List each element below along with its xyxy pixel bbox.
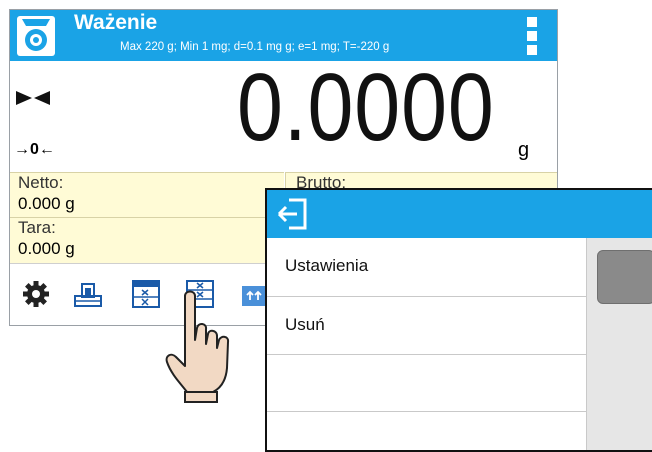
- menu-item-empty[interactable]: [267, 355, 587, 412]
- pointing-hand-icon: [165, 290, 230, 403]
- scale-logo-icon: [17, 16, 55, 56]
- exit-icon[interactable]: [275, 197, 315, 231]
- popup-header: [267, 190, 652, 238]
- netto-panel: Netto: 0.000 g: [10, 172, 284, 218]
- gear-icon[interactable]: [22, 280, 50, 308]
- netto-label: Netto:: [18, 173, 64, 192]
- popup-scrollbar[interactable]: [586, 238, 652, 450]
- menu-item-label: Usuń: [285, 315, 325, 334]
- scale-spec: Max 220 g; Min 1 mg; d=0.1 mg g; e=1 mg;…: [120, 41, 390, 53]
- context-popup: Ustawienia Usuń: [265, 188, 652, 452]
- zero-indicator: →0←: [14, 141, 55, 158]
- grid-multiply-icon[interactable]: [132, 280, 160, 308]
- tara-label: Tara:: [18, 218, 56, 237]
- menu-item-settings[interactable]: Ustawienia: [267, 238, 587, 297]
- stability-icon: [16, 91, 50, 105]
- menu-item-label: Ustawienia: [285, 256, 369, 275]
- tara-value: 0.000 g: [18, 239, 75, 258]
- app-title: Ważenie: [74, 11, 158, 34]
- scroll-thumb[interactable]: [597, 250, 652, 304]
- menu-dots-icon[interactable]: [527, 17, 539, 55]
- weight-reading: 0.0000: [237, 54, 495, 161]
- menu-item-delete[interactable]: Usuń: [267, 297, 587, 355]
- netto-value: 0.000 g: [18, 194, 75, 213]
- weight-unit: g: [518, 139, 530, 161]
- weight-display: →0← 0.0000 g: [10, 54, 557, 172]
- tara-panel: Tara: 0.000 g: [10, 217, 284, 264]
- tare-weight-icon[interactable]: [74, 280, 102, 308]
